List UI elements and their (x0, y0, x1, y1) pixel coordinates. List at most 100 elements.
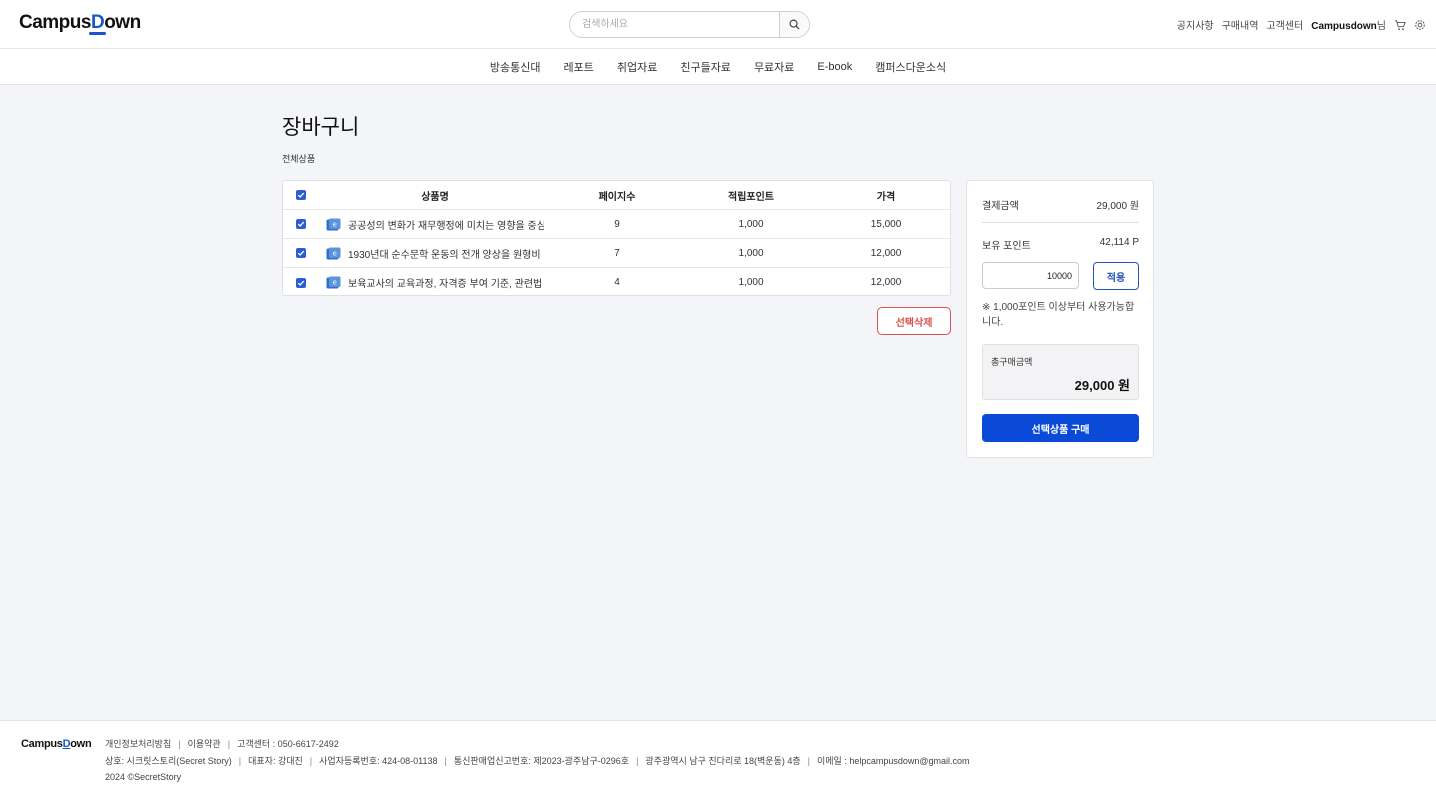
notice-link[interactable]: 공지사항 (1177, 17, 1214, 32)
separator: | (636, 755, 639, 766)
product-name[interactable]: e 1930년대 순수문학 운동의 전개 양상을 원형비 (326, 239, 544, 267)
footer-line-1: 개인정보처리방침 | 이용약관 | 고객센터 : 050-6617-2492 (105, 736, 970, 753)
privacy-policy-link[interactable]: 개인정보처리방침 (105, 739, 171, 749)
document-icon: e (326, 218, 341, 230)
pay-amount-label: 결제금액 (982, 201, 1019, 212)
cart-table: 상품명 페이지수 적립포인트 가격 e 공공성의 변화가 재무행정에 미치는 영… (282, 180, 951, 296)
separator: | (309, 755, 313, 766)
nav-item-report[interactable]: 레포트 (563, 59, 593, 75)
select-all-checkbox[interactable] (296, 181, 308, 209)
product-name-text: 1930년대 순수문학 운동의 전개 양상을 원형비 (348, 249, 541, 261)
apply-points-button[interactable]: 적용 (1093, 262, 1139, 290)
cart-icon[interactable] (1394, 19, 1406, 31)
gear-icon[interactable] (1414, 19, 1426, 31)
table-row: e 공공성의 변화가 재무행정에 미치는 영향을 중심 9 1,000 15,0… (283, 210, 950, 239)
logo-d: D (88, 12, 107, 35)
header: CampusDown 공지사항 구매내역 고객센터 Campusdown님 (0, 0, 1436, 49)
page-subtitle: 전체상품 (282, 154, 316, 164)
product-points: 1,000 (738, 247, 764, 259)
svg-text:e: e (333, 279, 337, 287)
separator: | (227, 739, 231, 749)
svg-text:e: e (333, 220, 337, 228)
product-name-text: 보육교사의 교육과정, 자격증 부여 기준, 관련법 (348, 279, 543, 290)
nav-item-news[interactable]: 캠퍼스다운소식 (875, 59, 946, 75)
footer: CampusDown 개인정보처리방침 | 이용약관 | 고객센터 : 050-6617… (0, 720, 1436, 797)
page-title: 장바구니 (282, 116, 360, 139)
logo-prefix: Campus (19, 12, 91, 33)
separator: | (178, 739, 181, 749)
header-pages: 페이지수 (598, 191, 636, 203)
user-name: Campusdown (1311, 21, 1377, 32)
table-row: e 보육교사의 교육과정, 자격증 부여 기준, 관련법 4 1,000 12,… (283, 268, 950, 297)
points-input[interactable] (982, 262, 1079, 289)
footer-logo[interactable]: CampusDown (21, 738, 92, 750)
footer-business-number: 사업자등록번호: 424-08-01138 (319, 755, 438, 766)
checkbox-checked-icon (296, 248, 306, 258)
pay-amount-value: 29,000 원 (1096, 201, 1139, 212)
points-row: 보유 포인트 42,114 P (982, 237, 1139, 252)
pay-amount-row: 결제금액 29,000 원 (982, 197, 1139, 212)
svg-text:e: e (333, 249, 337, 257)
checkbox-checked-icon (296, 277, 306, 288)
separator: | (238, 755, 242, 766)
buy-selected-button[interactable]: 선택상품 구매 (982, 414, 1139, 442)
logo-suffix: own (104, 12, 141, 33)
points-value: 42,114 P (1099, 237, 1139, 248)
search-button[interactable] (779, 12, 809, 37)
footer-ceo: 대표자: 강대진 (248, 755, 303, 766)
nav-item-free[interactable]: 무료자료 (754, 59, 794, 75)
product-points: 1,000 (738, 277, 764, 288)
nav-item-friends[interactable]: 친구들자료 (680, 59, 731, 75)
product-pages: 4 (614, 277, 620, 288)
divider (982, 222, 1139, 223)
search-icon (789, 19, 800, 30)
search-input[interactable] (570, 12, 779, 37)
order-summary: 결제금액 29,000 원 보유 포인트 42,114 P 적용 ※ 1,000… (966, 180, 1154, 458)
nav-item-jobs[interactable]: 취업자료 (617, 59, 657, 75)
footer-info: 개인정보처리방침 | 이용약관 | 고객센터 : 050-6617-2492 상호: 시… (105, 736, 970, 786)
terms-link[interactable]: 이용약관 (188, 739, 221, 749)
product-price: 15,000 (870, 218, 902, 230)
user-suffix: 님 (1376, 21, 1386, 32)
product-price: 12,000 (870, 277, 902, 288)
table-header: 상품명 페이지수 적립포인트 가격 (283, 181, 950, 210)
footer-line-2: 상호: 시크릿스토리(Secret Story) | 대표자: 강대진 | 사업자등록번… (105, 753, 970, 770)
footer-company: 상호: 시크릿스토리(Secret Story) (105, 755, 232, 766)
document-icon: e (326, 247, 341, 259)
main-nav: 방송통신대 레포트 취업자료 친구들자료 무료자료 E-book 캠퍼스다운소식 (0, 49, 1436, 85)
document-icon: e (326, 276, 341, 289)
footer-ecommerce-number: 통신판매업신고번호: 제2023-광주남구-0296호 (453, 755, 630, 766)
user-menu[interactable]: Campusdown님 (1311, 17, 1386, 32)
customer-center-link[interactable]: 고객센터 (1266, 17, 1303, 32)
header-price: 가격 (876, 191, 896, 203)
product-name[interactable]: e 보육교사의 교육과정, 자격증 부여 기준, 관련법 (326, 268, 544, 297)
total-value: 29,000 원 (1074, 378, 1130, 393)
logo[interactable]: Campus Down (19, 12, 141, 35)
nav-item-ebook[interactable]: E-book (817, 61, 852, 73)
top-menu: 공지사항 구매내역 고객센터 Campusdown님 (1177, 17, 1426, 32)
separator: | (807, 755, 810, 766)
purchase-history-link[interactable]: 구매내역 (1222, 17, 1259, 32)
product-name[interactable]: e 공공성의 변화가 재무행정에 미치는 영향을 중심 (326, 210, 544, 238)
table-row: e 1930년대 순수문학 운동의 전개 양상을 원형비 7 1,000 12,… (283, 239, 950, 268)
checkbox-checked-icon (296, 219, 306, 229)
footer-email: 이메일 : helpcampusdown@gmail.com (816, 755, 970, 766)
footer-logo-suffix: own (70, 738, 92, 750)
row-checkbox[interactable] (296, 268, 308, 297)
row-checkbox[interactable] (296, 239, 308, 267)
footer-copyright: 2024 ©SecretStory (105, 772, 182, 782)
points-label: 보유 포인트 (982, 241, 1031, 252)
product-pages: 9 (614, 218, 620, 230)
total-box: 총구매금액 29,000 원 (982, 344, 1139, 400)
footer-address: 광주광역시 남구 진다리로 18(벽운동) 4층 (645, 755, 801, 766)
delete-selected-button[interactable]: 선택삭제 (877, 307, 951, 335)
product-name-text: 공공성의 변화가 재무행정에 미치는 영향을 중심 (348, 220, 544, 232)
product-pages: 7 (614, 247, 620, 259)
row-checkbox[interactable] (296, 210, 308, 238)
footer-phone: 고객센터 : 050-6617-2492 (237, 739, 339, 749)
footer-logo-prefix: Campus (21, 738, 63, 750)
separator: | (444, 755, 447, 766)
product-points: 1,000 (738, 218, 764, 230)
checkbox-checked-icon (296, 190, 306, 200)
nav-item-broadcast-univ[interactable]: 방송통신대 (490, 59, 541, 75)
